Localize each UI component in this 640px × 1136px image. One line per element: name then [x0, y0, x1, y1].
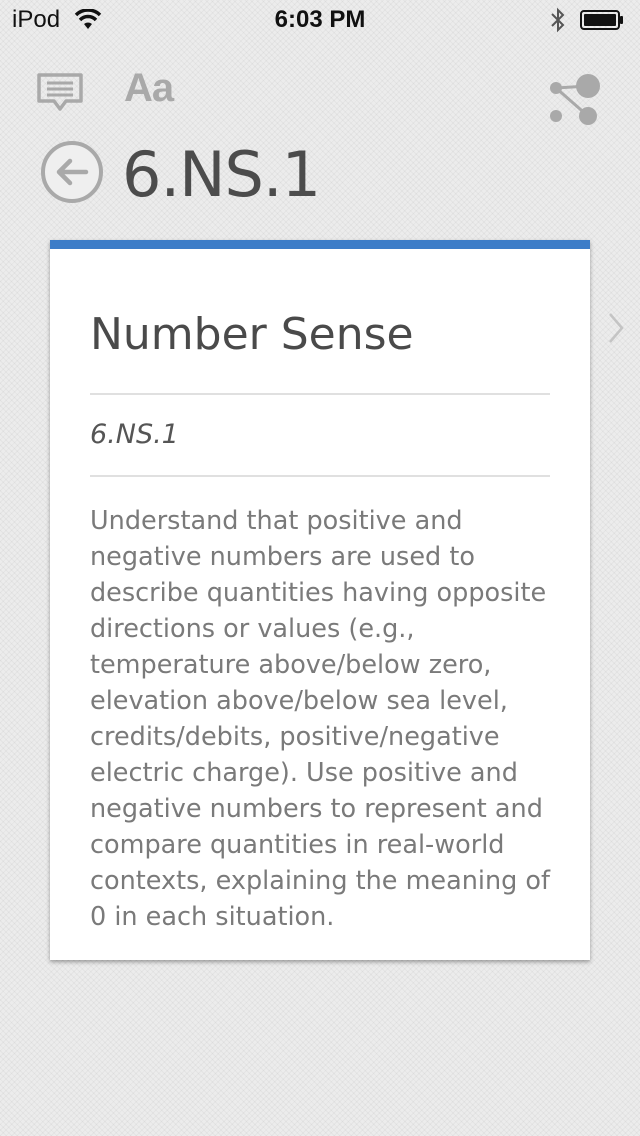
- back-button[interactable]: [40, 140, 104, 204]
- bluetooth-icon: [550, 7, 566, 38]
- next-chevron-icon[interactable]: [604, 310, 628, 346]
- standard-description: Understand that positive and negative nu…: [90, 506, 551, 932]
- card-title: Number Sense: [90, 309, 414, 360]
- standard-card: Number Sense 6.NS.1 Understand that posi…: [50, 240, 590, 960]
- comments-icon[interactable]: [36, 72, 84, 112]
- back-arrow-icon: [41, 141, 103, 203]
- status-bar: iPod 6:03 PM: [0, 0, 640, 40]
- page-title: 6.NS.1: [122, 138, 321, 211]
- battery-icon: [580, 10, 624, 30]
- font-size-button[interactable]: Aa: [124, 66, 174, 111]
- divider: [90, 393, 550, 395]
- divider: [90, 475, 550, 477]
- status-time: 6:03 PM: [274, 6, 366, 33]
- share-icon[interactable]: [546, 72, 602, 128]
- standard-code: 6.NS.1: [90, 419, 179, 450]
